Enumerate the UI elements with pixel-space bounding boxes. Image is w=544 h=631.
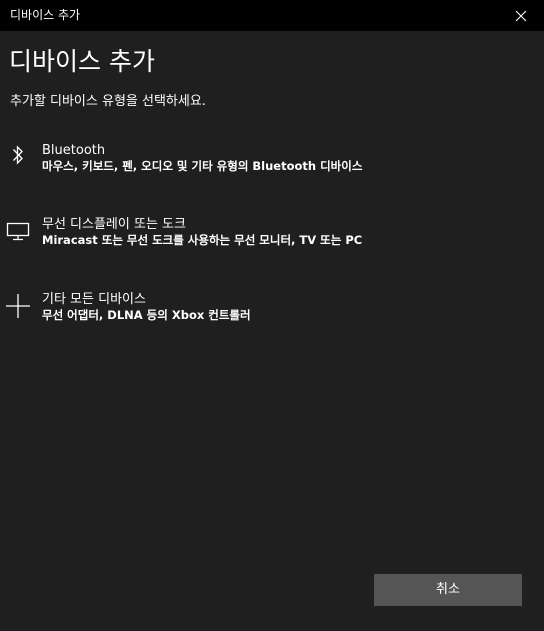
bluetooth-icon — [5, 142, 31, 168]
title-bar: 디바이스 추가 — [0, 0, 544, 31]
window-title: 디바이스 추가 — [10, 8, 81, 22]
plus-icon — [5, 293, 31, 319]
dialog-subheading: 추가할 디바이스 유형을 선택하세요. — [10, 94, 206, 109]
option-title: 기타 모든 디바이스 — [42, 292, 146, 307]
option-other-devices[interactable]: 기타 모든 디바이스 무선 어댑터, DLNA 등의 Xbox 컨트롤러 — [0, 291, 544, 351]
option-description: 마우스, 키보드, 펜, 오디오 및 기타 유형의 Bluetooth 디바이스 — [42, 159, 363, 173]
option-title: 무선 디스플레이 또는 도크 — [42, 217, 186, 232]
option-bluetooth[interactable]: Bluetooth 마우스, 키보드, 펜, 오디오 및 기타 유형의 Blue… — [0, 142, 544, 202]
cancel-button[interactable]: 취소 — [374, 574, 522, 606]
monitor-icon — [5, 218, 31, 244]
option-wireless-display[interactable]: 무선 디스플레이 또는 도크 Miracast 또는 무선 도크를 사용하는 무… — [0, 216, 544, 276]
close-button[interactable] — [498, 0, 544, 31]
option-description: Miracast 또는 무선 도크를 사용하는 무선 모니터, TV 또는 PC — [42, 233, 363, 247]
add-device-window: 디바이스 추가 디바이스 추가 추가할 디바이스 유형을 선택하세요. Blue… — [0, 0, 544, 631]
option-description: 무선 어댑터, DLNA 등의 Xbox 컨트롤러 — [42, 308, 251, 322]
dialog-heading: 디바이스 추가 — [9, 47, 155, 76]
option-title: Bluetooth — [42, 143, 106, 158]
close-icon — [515, 10, 527, 21]
